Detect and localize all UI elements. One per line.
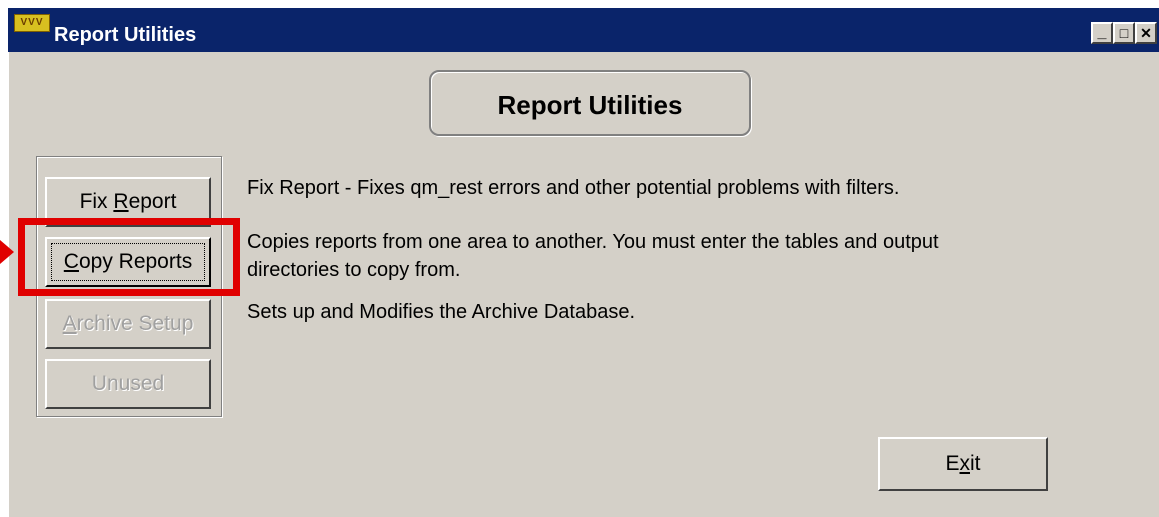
window-title: Report Utilities bbox=[54, 24, 197, 46]
page-title: Report Utilities bbox=[429, 70, 751, 136]
arrow-icon bbox=[0, 240, 14, 264]
maximize-button[interactable]: □ bbox=[1113, 22, 1135, 44]
app-icon[interactable]: VVV bbox=[14, 14, 50, 32]
window-edge bbox=[0, 52, 8, 517]
archive-setup-label: Archive Setup bbox=[62, 312, 194, 335]
close-button[interactable]: ✕ bbox=[1135, 22, 1157, 44]
unused-button[interactable]: Unused bbox=[45, 359, 211, 409]
exit-button[interactable]: Exit bbox=[878, 437, 1048, 491]
minimize-button[interactable]: _ bbox=[1091, 22, 1113, 44]
archive-setup-description: Sets up and Modifies the Archive Databas… bbox=[247, 301, 636, 323]
copy-reports-description-line2: directories to copy from. bbox=[247, 259, 461, 281]
unused-label: Unused bbox=[91, 372, 165, 395]
copy-reports-description-line1: Copies reports from one area to another.… bbox=[247, 231, 939, 253]
fix-report-description: Fix Report - Fixes qm_rest errors and ot… bbox=[247, 177, 900, 199]
title-bar[interactable]: VVV Report Utilities _ □ ✕ bbox=[8, 8, 1159, 52]
exit-label: Exit bbox=[945, 452, 981, 475]
archive-setup-button[interactable]: Archive Setup bbox=[45, 299, 211, 349]
highlight-box bbox=[18, 218, 240, 296]
